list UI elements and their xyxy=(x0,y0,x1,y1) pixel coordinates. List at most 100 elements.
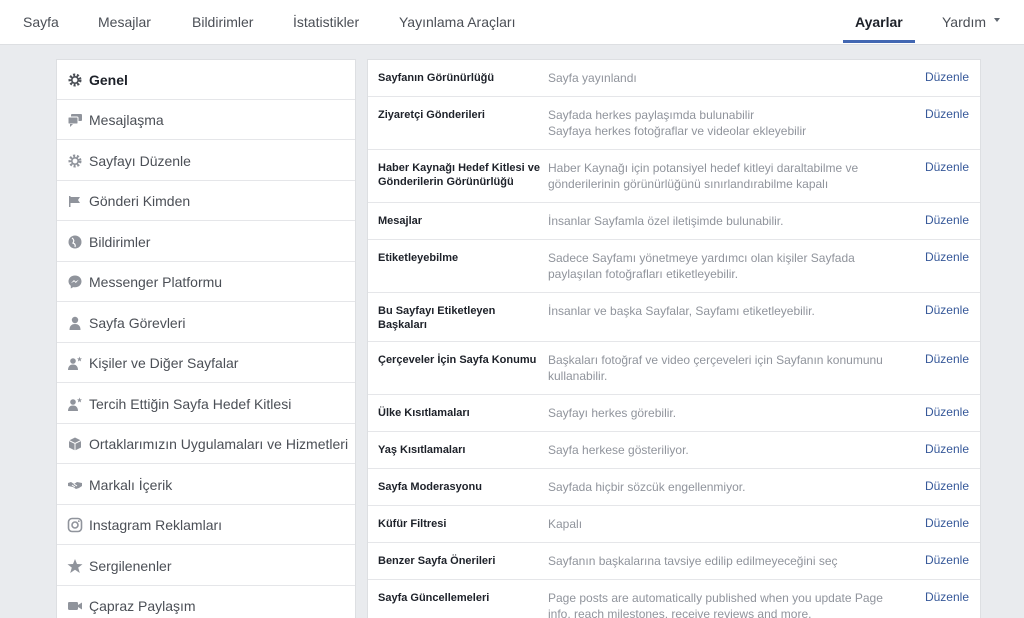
settings-row-haber-kaynagi: Haber Kaynağı Hedef Kitlesi ve Gönderile… xyxy=(368,150,980,203)
person-star-icon xyxy=(68,397,82,411)
setting-title: Benzer Sayfa Önerileri xyxy=(378,555,496,567)
setting-value: Başkaları fotoğraf ve video çerçeveleri … xyxy=(548,353,883,383)
settings-row-benzer-sayfa-onerileri: Benzer Sayfa Önerileri Sayfanın başkalar… xyxy=(368,543,980,580)
gear-icon xyxy=(68,154,82,168)
settings-row-ulke-kisitlamalari: Ülke Kısıtlamaları Sayfayı herkes görebi… xyxy=(368,395,980,432)
sidebar-item-label: Sayfa Görevleri xyxy=(89,315,186,331)
settings-sidebar: Genel Mesajlaşma Sayfayı Düzenle Gönderi… xyxy=(56,59,356,618)
setting-title: Sayfa Moderasyonu xyxy=(378,481,482,493)
settings-row-sayfa-guncellemeleri: Sayfa Güncellemeleri Page posts are auto… xyxy=(368,580,980,618)
sidebar-item-label: Sergilenenler xyxy=(89,558,172,574)
person-star-icon xyxy=(68,356,82,370)
chat-icon xyxy=(67,114,82,127)
sidebar-item-label: Kişiler ve Diğer Sayfalar xyxy=(89,355,239,371)
sidebar-item-sayfa-gorevleri[interactable]: Sayfa Görevleri xyxy=(57,303,355,343)
edit-link[interactable]: Düzenle xyxy=(925,516,969,530)
person-icon xyxy=(69,316,81,330)
setting-title: Mesajlar xyxy=(378,215,423,227)
settings-row-kufur-filtresi: Küfür Filtresi Kapalı Düzenle xyxy=(368,506,980,543)
sidebar-item-ortaklarimizin-uygulamalari[interactable]: Ortaklarımızın Uygulamaları ve Hizmetler… xyxy=(57,424,355,464)
setting-value: Kapalı xyxy=(548,517,583,531)
sidebar-item-label: Bildirimler xyxy=(89,234,151,250)
setting-title: Etiketleyebilme xyxy=(378,252,459,264)
sidebar-item-label: Sayfayı Düzenle xyxy=(89,153,191,169)
settings-row-cerceveler: Çerçeveler İçin Sayfa Konumu Başkaları f… xyxy=(368,342,980,395)
sidebar-item-label: Messenger Platformu xyxy=(89,274,223,290)
setting-value: Sadece Sayfamı yönetmeye yardımcı olan k… xyxy=(548,251,855,281)
sidebar-item-label: Gönderi Kimden xyxy=(89,193,191,209)
sidebar-item-instagram-reklamlari[interactable]: Instagram Reklamları xyxy=(57,505,355,545)
sidebar-item-gonderi-kimden[interactable]: Gönderi Kimden xyxy=(57,181,355,221)
setting-value: İnsanlar ve başka Sayfalar, Sayfamı etik… xyxy=(548,304,815,318)
sidebar-item-sergilenenler[interactable]: Sergilenenler xyxy=(57,546,355,586)
setting-title: Küfür Filtresi xyxy=(378,518,447,530)
setting-title: Haber Kaynağı Hedef Kitlesi ve Gönderile… xyxy=(378,162,541,188)
gear-icon xyxy=(68,73,82,87)
tab-istatistikler[interactable]: İstatistikler xyxy=(293,0,359,44)
top-navigation: Sayfa Mesajlar Bildirimler İstatistikler… xyxy=(0,0,1024,45)
sidebar-item-mesajlasma[interactable]: Mesajlaşma xyxy=(57,100,355,140)
setting-value: Haber Kaynağı için potansiyel hedef kitl… xyxy=(548,161,859,191)
setting-title: Bu Sayfayı Etiketleyen Başkaları xyxy=(378,305,496,331)
settings-row-sayfanin-gorunurlugu: Sayfanın Görünürlüğü Sayfa yayınlandı Dü… xyxy=(368,60,980,97)
video-icon xyxy=(68,602,82,610)
sidebar-item-label: Tercih Ettiğin Sayfa Hedef Kitlesi xyxy=(89,396,292,412)
sidebar-item-label: Instagram Reklamları xyxy=(89,517,223,533)
setting-title: Sayfa Güncellemeleri xyxy=(378,592,490,604)
sidebar-item-label: Mesajlaşma xyxy=(89,112,164,128)
flag-icon xyxy=(69,196,80,207)
sidebar-item-tercih-ettigin-sayfa-hedef-kitlesi[interactable]: Tercih Ettiğin Sayfa Hedef Kitlesi xyxy=(57,384,355,424)
sidebar-item-label: Ortaklarımızın Uygulamaları ve Hizmetler… xyxy=(89,436,349,452)
setting-title: Çerçeveler İçin Sayfa Konumu xyxy=(378,354,537,366)
edit-link[interactable]: Düzenle xyxy=(925,107,969,121)
setting-value: Sayfada herkes paylaşımda bulunabilir Sa… xyxy=(548,108,807,138)
active-tab-indicator xyxy=(843,40,915,43)
edit-link[interactable]: Düzenle xyxy=(925,405,969,419)
sidebar-item-kisiler-ve-diger-sayfalar[interactable]: Kişiler ve Diğer Sayfalar xyxy=(57,343,355,383)
sidebar-item-label: Markalı İçerik xyxy=(89,477,173,493)
edit-link[interactable]: Düzenle xyxy=(925,553,969,567)
setting-value: Page posts are automatically published w… xyxy=(548,591,883,618)
edit-link[interactable]: Düzenle xyxy=(925,442,969,456)
edit-link[interactable]: Düzenle xyxy=(925,250,969,264)
edit-link[interactable]: Düzenle xyxy=(925,160,969,174)
chevron-down-icon[interactable] xyxy=(994,18,1000,22)
settings-row-yas-kisitlamalari: Yaş Kısıtlamaları Sayfa herkese gösteril… xyxy=(368,432,980,469)
sidebar-item-bildirimler[interactable]: Bildirimler xyxy=(57,222,355,262)
setting-title: Ülke Kısıtlamaları xyxy=(378,407,470,419)
edit-link[interactable]: Düzenle xyxy=(925,479,969,493)
sidebar-item-genel[interactable]: Genel xyxy=(57,60,355,100)
settings-row-ziyaretci-gonderileri: Ziyaretçi Gönderileri Sayfada herkes pay… xyxy=(368,97,980,150)
tab-bildirimler[interactable]: Bildirimler xyxy=(192,0,253,44)
messenger-icon xyxy=(68,275,82,289)
setting-value: Sayfayı herkes görebilir. xyxy=(548,406,677,420)
star-icon xyxy=(67,559,83,573)
tab-sayfa[interactable]: Sayfa xyxy=(23,0,59,44)
setting-title: Ziyaretçi Gönderileri xyxy=(378,109,485,121)
edit-link[interactable]: Düzenle xyxy=(925,303,969,317)
sidebar-item-label: Genel xyxy=(89,72,128,88)
tab-yayinlama-araclari[interactable]: Yayınlama Araçları xyxy=(399,0,515,44)
instagram-icon xyxy=(67,517,83,533)
tab-ayarlar[interactable]: Ayarlar xyxy=(855,0,903,44)
settings-row-bu-sayfayi-etiketleyen: Bu Sayfayı Etiketleyen Başkaları İnsanla… xyxy=(368,293,980,342)
globe-icon xyxy=(68,235,82,249)
cube-icon xyxy=(68,437,82,451)
edit-link[interactable]: Düzenle xyxy=(925,213,969,227)
setting-value: İnsanlar Sayfamla özel iletişimde buluna… xyxy=(548,214,784,228)
tab-mesajlar[interactable]: Mesajlar xyxy=(98,0,151,44)
sidebar-item-sayfayi-duzenle[interactable]: Sayfayı Düzenle xyxy=(57,141,355,181)
setting-value: Sayfada hiçbir sözcük engellenmiyor. xyxy=(548,480,746,494)
sidebar-item-messenger-platformu[interactable]: Messenger Platformu xyxy=(57,262,355,302)
edit-link[interactable]: Düzenle xyxy=(925,352,969,366)
setting-title: Yaş Kısıtlamaları xyxy=(378,444,466,456)
tab-yardim[interactable]: Yardım xyxy=(942,0,986,44)
setting-title: Sayfanın Görünürlüğü xyxy=(378,72,495,84)
sidebar-item-capraz-paylasim[interactable]: Çapraz Paylaşım xyxy=(57,586,355,618)
setting-value: Sayfanın başkalarına tavsiye edilip edil… xyxy=(548,554,838,568)
edit-link[interactable]: Düzenle xyxy=(925,70,969,84)
settings-row-sayfa-moderasyonu: Sayfa Moderasyonu Sayfada hiçbir sözcük … xyxy=(368,469,980,506)
edit-link[interactable]: Düzenle xyxy=(925,590,969,604)
setting-value: Sayfa yayınlandı xyxy=(548,71,637,85)
sidebar-item-markali-icerik[interactable]: Markalı İçerik xyxy=(57,465,355,505)
